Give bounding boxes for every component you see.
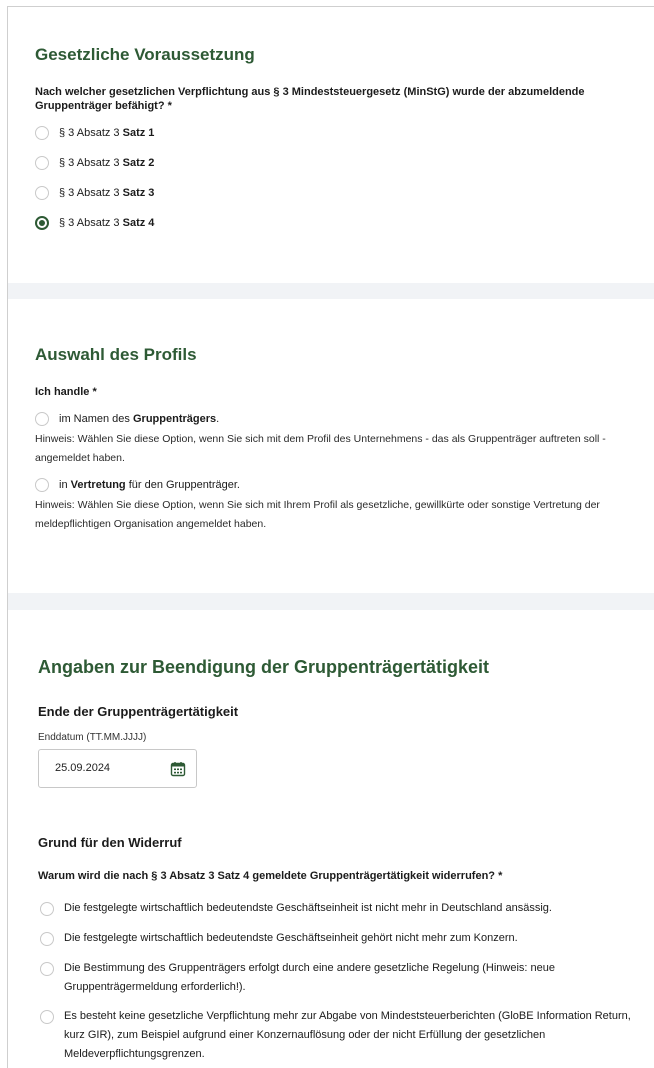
radio-label: § 3 Absatz 3 Satz 1: [59, 127, 155, 139]
section-title-beendigung: Angaben zur Beendigung der Gruppenträger…: [38, 657, 490, 677]
hint-text-gruppentraeger: Hinweis: Wählen Sie diese Option, wenn S…: [35, 433, 606, 464]
subtitle-grund-fuer-den-widerruf: Grund für den Widerruf: [38, 835, 182, 850]
radio-label: § 3 Absatz 3 Satz 2: [59, 157, 155, 169]
enddatum-input[interactable]: 25.09.2024: [38, 749, 197, 788]
section-divider: [8, 593, 654, 610]
question-ich-handle: Ich handle *: [35, 386, 97, 398]
radio-label: Es besteht keine gesetzliche Verpflichtu…: [64, 1010, 631, 1060]
question-gesetzliche-verpflichtung: Nach welcher gesetzlichen Verpflichtung …: [35, 86, 585, 112]
radio-label: Die festgelegte wirtschaftlich bedeutend…: [64, 902, 552, 914]
radio-option-satz-1[interactable]: § 3 Absatz 3 Satz 1: [35, 126, 154, 140]
section-title-gesetzliche-voraussetzung: Gesetzliche Voraussetzung: [35, 45, 255, 64]
enddatum-value[interactable]: 25.09.2024: [55, 762, 110, 774]
section-title-auswahl-des-profils: Auswahl des Profils: [35, 345, 197, 364]
radio-label: Die Bestimmung des Gruppenträgers erfolg…: [64, 962, 555, 993]
radio-option-vertretung[interactable]: in Vertretung für den Gruppenträger.: [35, 478, 240, 492]
radio-option-satz-3[interactable]: § 3 Absatz 3 Satz 3: [35, 186, 154, 200]
radio-option-gruppentraeger[interactable]: im Namen des Gruppenträgers.: [35, 412, 219, 426]
hint-text-vertretung: Hinweis: Wählen Sie diese Option, wenn S…: [35, 499, 600, 530]
radio-circle[interactable]: [35, 126, 49, 140]
radio-label: im Namen des Gruppenträgers.: [59, 413, 220, 425]
section-divider: [8, 283, 654, 299]
radio-option-satz-2[interactable]: § 3 Absatz 3 Satz 2: [35, 156, 154, 170]
radio-circle[interactable]: [35, 156, 49, 170]
radio-circle[interactable]: [35, 478, 49, 492]
radio-circle[interactable]: [40, 1010, 54, 1024]
radio-label: Die festgelegte wirtschaftlich bedeutend…: [64, 932, 518, 944]
radio-option-reason-4[interactable]: Es besteht keine gesetzliche Verpflichtu…: [40, 1009, 640, 1064]
enddatum-label: Enddatum (TT.MM.JJJJ): [38, 732, 147, 743]
form-page: Gesetzliche Voraussetzung Nach welcher g…: [7, 6, 654, 1068]
radio-option-reason-2[interactable]: Die festgelegte wirtschaftlich bedeutend…: [40, 931, 640, 948]
radio-option-reason-1[interactable]: Die festgelegte wirtschaftlich bedeutend…: [40, 901, 640, 918]
radio-circle[interactable]: [35, 412, 49, 426]
question-widerruf: Warum wird die nach § 3 Absatz 3 Satz 4 …: [38, 870, 503, 882]
radio-circle[interactable]: [40, 962, 54, 976]
calendar-icon[interactable]: [170, 761, 186, 777]
radio-option-reason-3[interactable]: Die Bestimmung des Gruppenträgers erfolg…: [40, 961, 610, 997]
radio-label: § 3 Absatz 3 Satz 4: [59, 217, 155, 229]
radio-circle-selected[interactable]: [35, 216, 49, 230]
radio-label: in Vertretung für den Gruppenträger.: [59, 479, 240, 491]
radio-circle[interactable]: [40, 932, 54, 946]
radio-option-satz-4[interactable]: § 3 Absatz 3 Satz 4: [35, 216, 154, 230]
radio-label: § 3 Absatz 3 Satz 3: [59, 187, 155, 199]
radio-circle[interactable]: [40, 902, 54, 916]
radio-circle[interactable]: [35, 186, 49, 200]
subtitle-ende-der-gruppentraegertaetigkeit: Ende der Gruppenträgertätigkeit: [38, 704, 239, 719]
